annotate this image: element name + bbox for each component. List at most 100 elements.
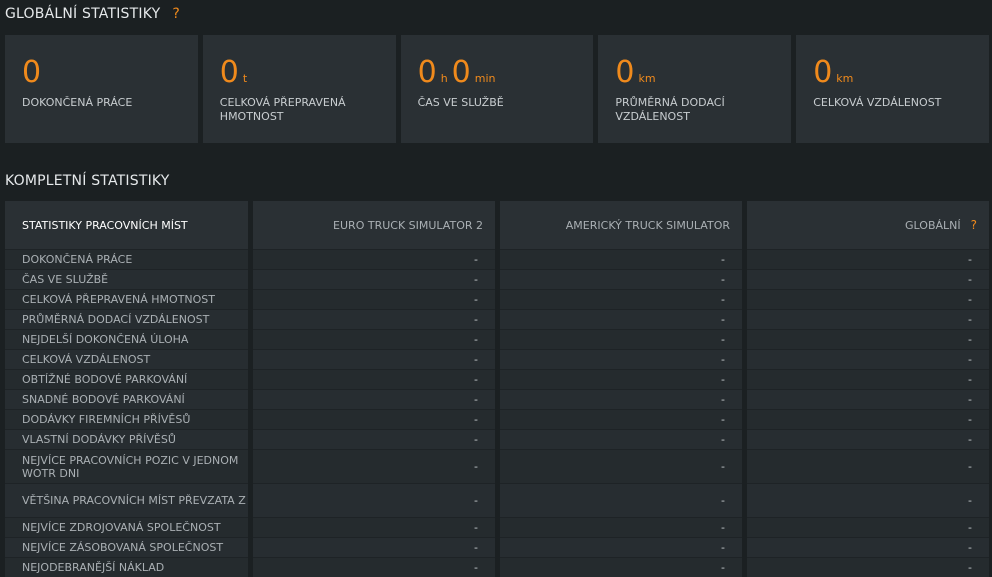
row-value: -: [253, 269, 495, 289]
column-header-global-label: GLOBÁLNÍ: [905, 218, 961, 232]
row-value: -: [747, 369, 989, 389]
complete-stats-title: KOMPLETNÍ STATISTIKY: [5, 173, 170, 189]
row-label: NEJODEBRANĚJŠÍ NÁKLAD: [5, 557, 248, 577]
row-label: VĚTŠINA PRACOVNÍCH MÍST PŘEVZATA Z: [5, 483, 248, 517]
row-value: -: [500, 449, 742, 483]
stat-unit: km: [638, 72, 656, 85]
table-row: VLASTNÍ DODÁVKY PŘÍVĚSŮ - - -: [5, 429, 989, 449]
table-row: OBTÍŽNÉ BODOVÉ PARKOVÁNÍ - - -: [5, 369, 989, 389]
table-row: NEJODEBRANĚJŠÍ NÁKLAD - - -: [5, 557, 989, 577]
stat-value: 0t: [220, 55, 251, 91]
row-value: -: [500, 517, 742, 537]
row-value: -: [747, 349, 989, 369]
table-row: NEJVÍCE ZÁSOBOVANÁ SPOLEČNOST - - -: [5, 537, 989, 557]
table-body: DOKONČENÁ PRÁCE - - - ČAS VE SLUŽBĚ - - - CELKOV…: [5, 249, 989, 577]
column-header-ats: AMERICKÝ TRUCK SIMULATOR: [500, 201, 742, 249]
row-value: -: [500, 537, 742, 557]
row-value: -: [500, 557, 742, 577]
row-label: VLASTNÍ DODÁVKY PŘÍVĚSŮ: [5, 429, 248, 449]
row-value: -: [253, 309, 495, 329]
table-row: NEJVÍCE ZDROJOVANÁ SPOLEČNOST - - -: [5, 517, 989, 537]
row-value: -: [500, 389, 742, 409]
row-value: -: [747, 537, 989, 557]
row-value: -: [253, 409, 495, 429]
stat-number: 0: [417, 55, 437, 90]
row-value: -: [747, 249, 989, 269]
row-value: -: [253, 349, 495, 369]
complete-stats-title-text: KOMPLETNÍ STATISTIKY: [5, 173, 170, 189]
row-label: DOKONČENÁ PRÁCE: [5, 249, 248, 269]
stat-value: 0 h 0 min: [418, 55, 500, 91]
row-value: -: [747, 449, 989, 483]
table-row: NEJVÍCE PRACOVNÍCH POZIC V JEDNOM WOTR D…: [5, 449, 989, 483]
row-label: NEJVÍCE ZDROJOVANÁ SPOLEČNOST: [5, 517, 248, 537]
row-value: -: [253, 483, 495, 517]
stat-number: 0: [451, 55, 471, 90]
table-row: NEJDELŠÍ DOKONČENÁ ÚLOHA - - -: [5, 329, 989, 349]
row-value: -: [747, 517, 989, 537]
help-icon[interactable]: ?: [172, 6, 180, 22]
table-row: DODÁVKY FIREMNÍCH PŘÍVĚSŮ - - -: [5, 409, 989, 429]
row-value: -: [500, 249, 742, 269]
stat-value: 0 km: [813, 55, 857, 91]
card-average-distance: 0 km PRŮMĚRNÁ DODACÍ VZDÁLENOST: [598, 35, 792, 143]
row-value: -: [500, 289, 742, 309]
row-value: -: [747, 289, 989, 309]
stat-value: 0 km: [615, 55, 659, 91]
stat-value: 0: [22, 55, 41, 91]
row-label: SNADNÉ BODOVÉ PARKOVÁNÍ: [5, 389, 248, 409]
row-value: -: [747, 389, 989, 409]
row-value: -: [500, 429, 742, 449]
row-value: -: [747, 269, 989, 289]
stat-number: 0: [22, 55, 42, 90]
row-value: -: [747, 483, 989, 517]
global-stats-title-text: GLOBÁLNÍ STATISTIKY: [5, 6, 161, 22]
stat-label: DOKONČENÁ PRÁCE: [22, 96, 133, 109]
row-value: -: [747, 409, 989, 429]
row-value: -: [500, 309, 742, 329]
row-value: -: [253, 449, 495, 483]
row-value: -: [253, 429, 495, 449]
row-value: -: [747, 429, 989, 449]
row-value: -: [747, 329, 989, 349]
row-value: -: [500, 269, 742, 289]
card-total-mass: 0 t CELKOVÁ PŘEPRAVENÁ HMOTNOST: [202, 35, 396, 143]
row-value: -: [253, 557, 495, 577]
row-label: CELKOVÁ PŘEPRAVENÁ HMOTNOST: [5, 289, 248, 309]
row-value: -: [253, 329, 495, 349]
row-label: DODÁVKY FIREMNÍCH PŘÍVĚSŮ: [5, 409, 248, 429]
row-value: -: [253, 289, 495, 309]
row-label: OBTÍŽNÉ BODOVÉ PARKOVÁNÍ: [5, 369, 248, 389]
table-row: CELKOVÁ PŘEPRAVENÁ HMOTNOST - - -: [5, 289, 989, 309]
card-total-distance: 0 km CELKOVÁ VZDÁLENOST: [796, 35, 989, 143]
stat-label: CELKOVÁ VZDÁLENOST: [813, 96, 942, 109]
table-row: SNADNÉ BODOVÉ PARKOVÁNÍ - - -: [5, 389, 989, 409]
stat-unit: t: [242, 72, 248, 85]
column-header-global: GLOBÁLNÍ ?: [747, 201, 989, 249]
stat-label: PRŮMĚRNÁ DODACÍ VZDÁLENOST: [615, 96, 725, 123]
row-label: PRŮMĚRNÁ DODACÍ VZDÁLENOST: [5, 309, 248, 329]
help-icon[interactable]: ?: [971, 218, 977, 232]
stat-number: 0: [219, 55, 239, 90]
column-header-ets2: EURO TRUCK SIMULATOR 2: [253, 201, 495, 249]
complete-stats-table: STATISTIKY PRACOVNÍCH MÍST EURO TRUCK SI…: [5, 201, 989, 577]
card-jobs-completed: 0 DOKONČENÁ PRÁCE: [5, 35, 198, 143]
stat-number: 0: [615, 55, 635, 90]
table-row: PRŮMĚRNÁ DODACÍ VZDÁLENOST - - -: [5, 309, 989, 329]
row-value: -: [253, 389, 495, 409]
row-label: NEJDELŠÍ DOKONČENÁ ÚLOHA: [5, 329, 248, 349]
row-value: -: [253, 537, 495, 557]
table-row: DOKONČENÁ PRÁCE - - -: [5, 249, 989, 269]
stat-label: ČAS VE SLUŽBĚ: [417, 96, 504, 109]
row-value: -: [253, 517, 495, 537]
row-value: -: [500, 409, 742, 429]
row-value: -: [500, 329, 742, 349]
row-value: -: [500, 483, 742, 517]
stat-number: 0: [813, 55, 833, 90]
table-row: CELKOVÁ VZDÁLENOST - - -: [5, 349, 989, 369]
row-value: -: [253, 249, 495, 269]
row-value: -: [253, 369, 495, 389]
row-label: CELKOVÁ VZDÁLENOST: [5, 349, 248, 369]
card-time-on-duty: 0 h 0 min ČAS VE SLUŽBĚ: [400, 35, 594, 143]
row-value: -: [747, 557, 989, 577]
